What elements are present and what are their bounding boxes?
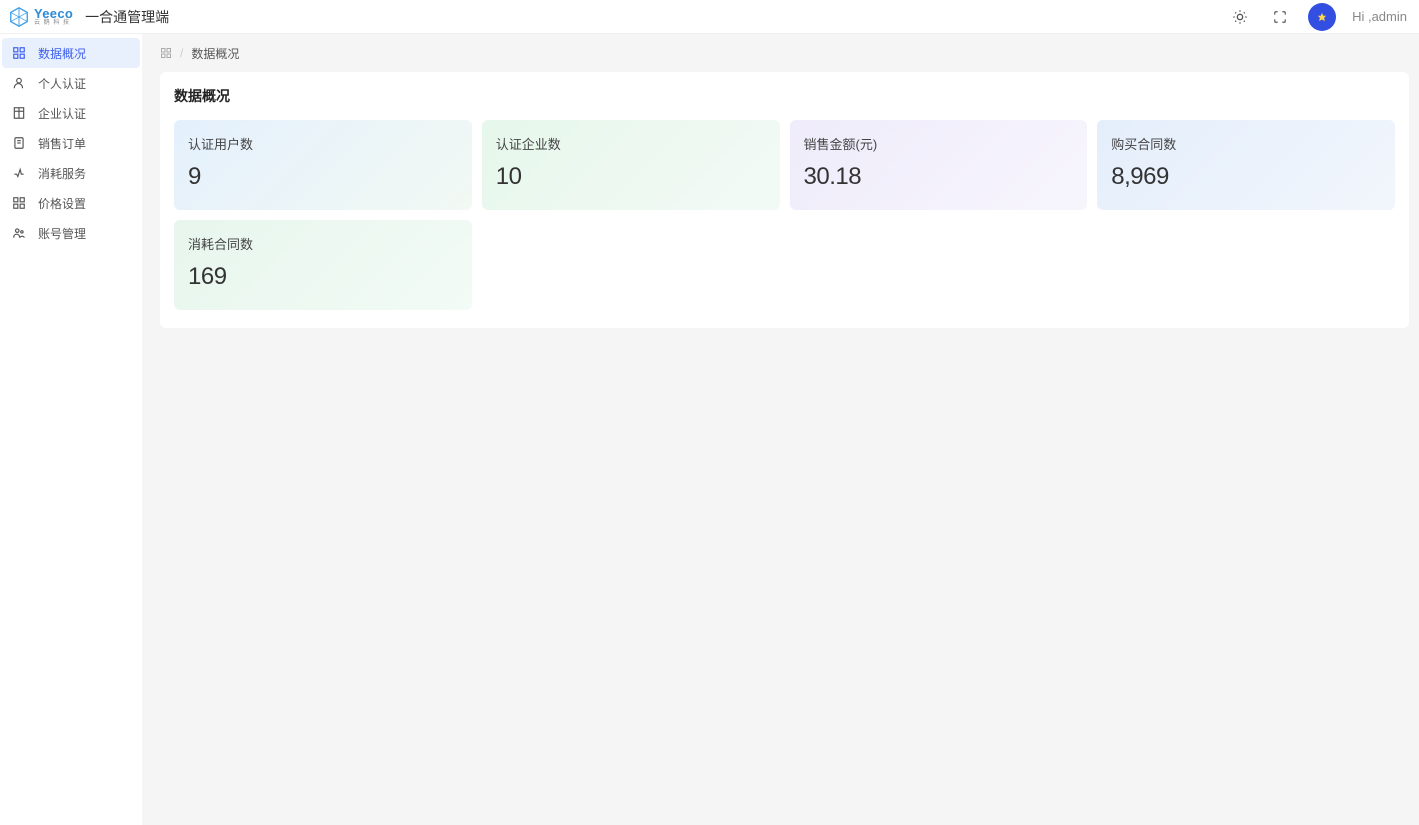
sidebar: 数据概况 个人认证 企业认证 销售订单 消耗服务 xyxy=(0,34,142,825)
header: Yeeco 云 鹅 科 技 一合通管理端 xyxy=(0,0,1419,34)
stat-card-auth-enterprises: 认证企业数 10 xyxy=(482,120,780,210)
stat-card-purchased-contracts: 购买合同数 8,969 xyxy=(1097,120,1395,210)
sidebar-item-label: 销售订单 xyxy=(38,135,86,152)
account-icon xyxy=(12,226,26,240)
main-content: / 数据概况 数据概况 认证用户数 9 认证企业数 10 销售金额(元) 30.… xyxy=(142,34,1419,825)
stat-card-sales-amount: 销售金额(元) 30.18 xyxy=(790,120,1088,210)
stats-grid: 认证用户数 9 认证企业数 10 销售金额(元) 30.18 购买合同数 8,9… xyxy=(174,120,1395,310)
main-layout: 数据概况 个人认证 企业认证 销售订单 消耗服务 xyxy=(0,34,1419,825)
header-right: Hi ,admin xyxy=(1228,3,1407,31)
breadcrumb: / 数据概况 xyxy=(142,34,1419,72)
sidebar-item-consume-service[interactable]: 消耗服务 xyxy=(2,158,140,188)
stat-card-auth-users: 认证用户数 9 xyxy=(174,120,472,210)
stat-card-consumed-contracts: 消耗合同数 169 xyxy=(174,220,472,310)
brand-name: Yeeco xyxy=(34,7,73,20)
sidebar-item-label: 价格设置 xyxy=(38,195,86,212)
sidebar-item-label: 账号管理 xyxy=(38,225,86,242)
stat-label: 认证企业数 xyxy=(496,134,766,153)
sidebar-item-label: 数据概况 xyxy=(38,45,86,62)
fullscreen-button[interactable] xyxy=(1268,5,1292,29)
price-icon xyxy=(12,196,26,210)
expand-icon xyxy=(1273,10,1287,24)
sidebar-item-sales-order[interactable]: 销售订单 xyxy=(2,128,140,158)
service-icon xyxy=(12,166,26,180)
brand-subtitle: 云 鹅 科 技 xyxy=(34,20,73,26)
building-icon xyxy=(12,106,26,120)
sidebar-item-label: 个人认证 xyxy=(38,75,86,92)
logo-area[interactable]: Yeeco 云 鹅 科 技 xyxy=(8,6,73,28)
stat-label: 购买合同数 xyxy=(1111,134,1381,153)
sidebar-item-data-overview[interactable]: 数据概况 xyxy=(2,38,140,68)
stat-label: 认证用户数 xyxy=(188,134,458,153)
stat-value: 30.18 xyxy=(804,163,1074,191)
sidebar-item-account-manage[interactable]: 账号管理 xyxy=(2,218,140,248)
stat-label: 消耗合同数 xyxy=(188,234,458,253)
breadcrumb-separator: / xyxy=(180,46,183,60)
user-avatar[interactable] xyxy=(1308,3,1336,31)
sidebar-item-enterprise-auth[interactable]: 企业认证 xyxy=(2,98,140,128)
stat-value: 10 xyxy=(496,163,766,191)
sidebar-item-personal-auth[interactable]: 个人认证 xyxy=(2,68,140,98)
order-icon xyxy=(12,136,26,150)
panel-title: 数据概况 xyxy=(174,86,1395,106)
user-greeting: Hi ,admin xyxy=(1352,9,1407,24)
dashboard-icon xyxy=(12,46,26,60)
stat-value: 169 xyxy=(188,263,458,291)
overview-panel: 数据概况 认证用户数 9 认证企业数 10 销售金额(元) 30.18 购买合同… xyxy=(160,72,1409,328)
sidebar-item-price-setting[interactable]: 价格设置 xyxy=(2,188,140,218)
stat-value: 8,969 xyxy=(1111,163,1381,191)
sidebar-item-label: 企业认证 xyxy=(38,105,86,122)
home-icon[interactable] xyxy=(160,47,172,59)
stat-value: 9 xyxy=(188,163,458,191)
star-icon xyxy=(1317,12,1327,22)
logo-text: Yeeco 云 鹅 科 技 xyxy=(34,7,73,26)
sun-icon xyxy=(1232,9,1248,25)
breadcrumb-current: 数据概况 xyxy=(191,45,239,62)
app-title: 一合通管理端 xyxy=(85,7,169,27)
theme-toggle-button[interactable] xyxy=(1228,5,1252,29)
user-icon xyxy=(12,76,26,90)
logo-icon xyxy=(8,6,30,28)
sidebar-item-label: 消耗服务 xyxy=(38,165,86,182)
stat-label: 销售金额(元) xyxy=(804,134,1074,153)
